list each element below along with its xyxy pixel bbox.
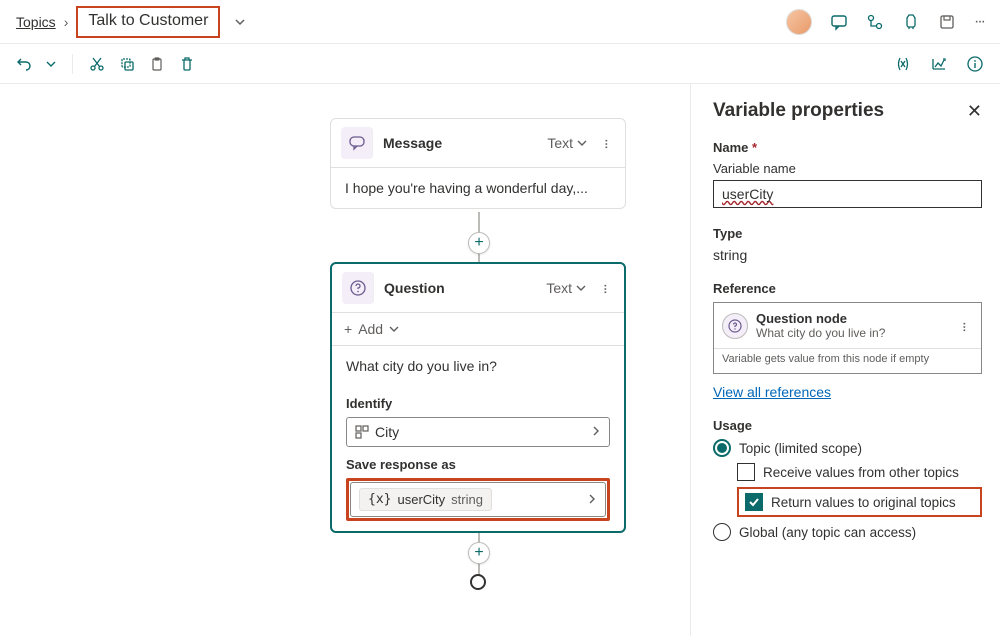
panel-title: Variable properties	[713, 100, 884, 122]
add-node-button[interactable]: +	[468, 232, 490, 254]
node-title: Message	[383, 135, 537, 151]
radio-icon	[713, 523, 731, 541]
return-values-highlight: Return values to original topics	[737, 487, 982, 517]
identify-label: Identify	[346, 396, 610, 411]
variable-name-input[interactable]: userCity	[713, 180, 982, 208]
paste-icon[interactable]	[149, 56, 165, 72]
variable-icon: {x}	[368, 492, 391, 507]
save-response-highlight: {x} userCity string	[346, 478, 610, 521]
node-more-icon[interactable]: ···	[596, 283, 614, 293]
type-label: Type	[713, 226, 982, 241]
copy-icon[interactable]	[119, 56, 135, 72]
reference-more-icon[interactable]: ···	[955, 321, 973, 331]
reference-label: Reference	[713, 281, 982, 296]
analytics-icon[interactable]	[930, 55, 948, 73]
close-icon[interactable]: ✕	[967, 101, 982, 122]
view-all-references-link[interactable]: View all references	[713, 384, 831, 400]
add-variation-button[interactable]: + Add	[332, 313, 624, 346]
variables-icon[interactable]	[894, 55, 912, 73]
name-label: Name	[713, 140, 982, 155]
reference-note: Variable gets value from this node if em…	[714, 348, 981, 373]
add-node-button[interactable]: +	[468, 542, 490, 564]
variable-chip: {x} userCity string	[359, 488, 492, 511]
checkbox-icon	[745, 493, 763, 511]
reference-title: Question node	[756, 311, 947, 326]
node-header: Message Text ···	[331, 119, 625, 168]
question-icon	[342, 272, 374, 304]
topic-checker-icon[interactable]	[866, 13, 884, 31]
breadcrumb-separator: ›	[64, 14, 69, 30]
undo-icon[interactable]	[16, 56, 32, 72]
node-more-icon[interactable]: ···	[597, 138, 615, 148]
entity-icon	[355, 425, 369, 439]
usage-label: Usage	[713, 418, 982, 433]
usage-global-radio[interactable]: Global (any topic can access)	[713, 523, 982, 541]
question-node[interactable]: Question Text ··· + Add What city do you…	[330, 262, 626, 533]
comment-icon[interactable]	[830, 13, 848, 31]
name-sublabel: Variable name	[713, 161, 982, 176]
avatar[interactable]	[786, 9, 812, 35]
return-values-checkbox[interactable]: Return values to original topics	[745, 493, 974, 511]
authoring-canvas[interactable]: + + Message Text ··· I hope you're havin…	[0, 84, 690, 636]
end-node	[470, 574, 486, 590]
toolbar	[0, 44, 1000, 84]
more-icon[interactable]: ···	[974, 13, 984, 31]
node-header: Question Text ···	[332, 264, 624, 313]
test-bot-icon[interactable]	[902, 13, 920, 31]
topic-dropdown-chevron[interactable]	[234, 16, 246, 28]
undo-chevron-icon[interactable]	[46, 59, 56, 69]
breadcrumb-current: Talk to Customer	[76, 6, 220, 38]
message-body[interactable]: I hope you're having a wonderful day,...	[331, 168, 625, 208]
receive-values-checkbox[interactable]: Receive values from other topics	[737, 463, 982, 481]
top-bar-actions: ···	[786, 9, 984, 35]
delete-icon[interactable]	[179, 56, 195, 72]
checkbox-icon	[737, 463, 755, 481]
save-response-label: Save response as	[346, 457, 610, 472]
save-response-select[interactable]: {x} userCity string	[350, 482, 606, 517]
question-prompt[interactable]: What city do you live in?	[332, 346, 624, 386]
cut-icon[interactable]	[89, 56, 105, 72]
save-icon[interactable]	[938, 13, 956, 31]
node-type[interactable]: Text	[546, 280, 586, 296]
plus-icon: +	[344, 321, 352, 337]
chevron-right-icon	[587, 492, 597, 508]
reference-card: Question node What city do you live in? …	[713, 302, 982, 374]
identify-select[interactable]: City	[346, 417, 610, 447]
reference-subtitle: What city do you live in?	[756, 326, 947, 340]
question-icon	[722, 313, 748, 339]
chevron-right-icon	[591, 424, 601, 440]
variable-properties-panel: Variable properties ✕ Name Variable name…	[690, 84, 1000, 636]
breadcrumb-root[interactable]: Topics	[16, 14, 56, 30]
usage-topic-radio[interactable]: Topic (limited scope)	[713, 439, 982, 457]
message-node[interactable]: Message Text ··· I hope you're having a …	[330, 118, 626, 209]
node-title: Question	[384, 280, 536, 296]
radio-icon	[713, 439, 731, 457]
node-type[interactable]: Text	[547, 135, 587, 151]
info-icon[interactable]	[966, 55, 984, 73]
breadcrumb: Topics › Talk to Customer	[16, 6, 246, 38]
message-icon	[341, 127, 373, 159]
type-value: string	[713, 247, 982, 263]
top-bar: Topics › Talk to Customer ···	[0, 0, 1000, 44]
